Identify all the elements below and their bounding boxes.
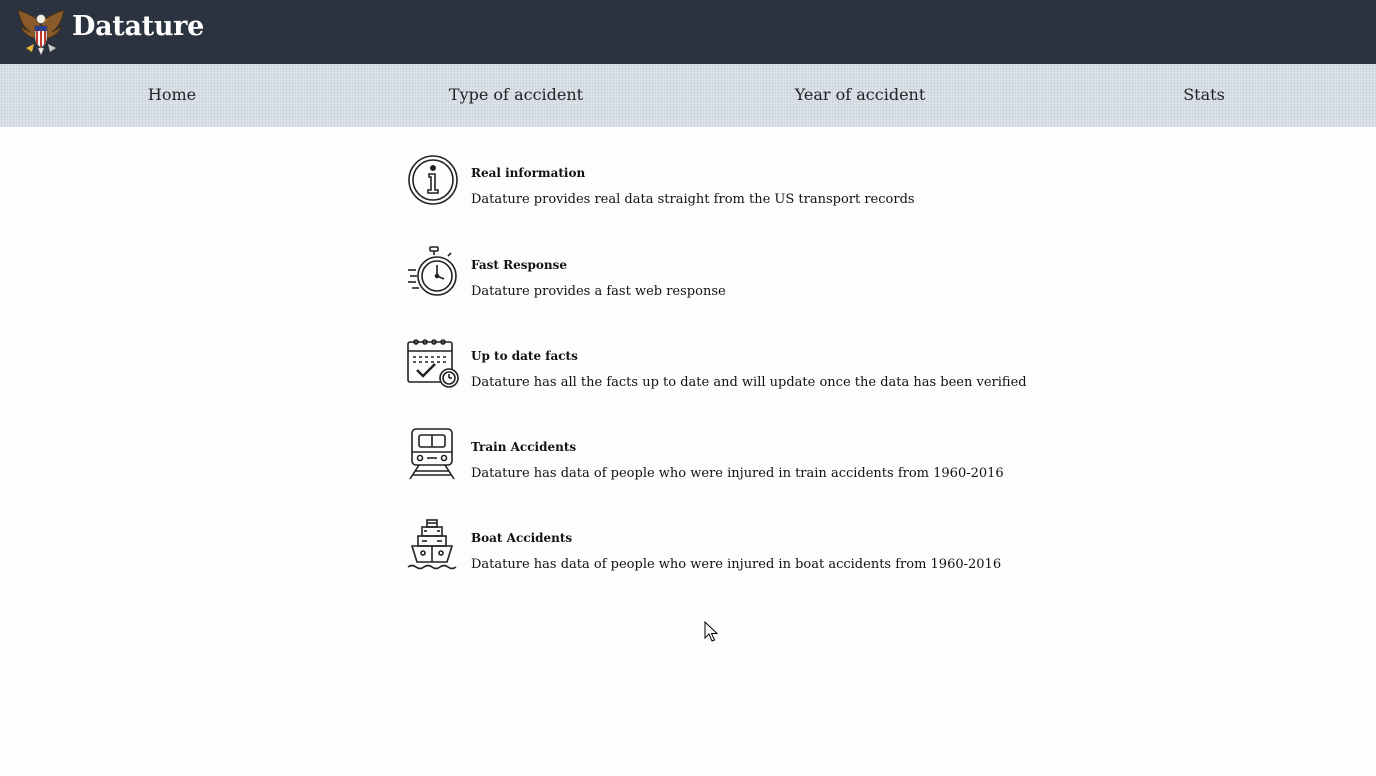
feature-train-accidents: Train Accidents Datature has data of peo… xyxy=(407,428,1107,484)
train-icon xyxy=(409,428,455,480)
nav-home[interactable]: Home xyxy=(148,85,196,104)
feature-description: Datature provides a fast web response xyxy=(471,284,726,299)
nav-type-of-accident[interactable]: Type of accident xyxy=(449,85,583,104)
top-header-bar: Datature xyxy=(0,0,1376,64)
feature-description: Datature provides real data straight fro… xyxy=(471,192,915,207)
feature-fast-response: Fast Response Datature provides a fast w… xyxy=(407,246,1107,302)
ship-icon xyxy=(407,519,457,570)
brand-title[interactable]: Datature xyxy=(72,11,204,42)
feature-up-to-date-facts: Up to date facts Datature has all the fa… xyxy=(407,337,1107,393)
nav-stats[interactable]: Stats xyxy=(1183,85,1225,104)
main-navigation: Home Type of accident Year of accident S… xyxy=(0,64,1376,127)
feature-title: Real information xyxy=(471,166,586,180)
feature-title: Up to date facts xyxy=(471,349,578,363)
feature-description: Datature has data of people who were inj… xyxy=(471,466,1004,481)
nav-year-of-accident[interactable]: Year of accident xyxy=(795,85,926,104)
feature-boat-accidents: Boat Accidents Datature has data of peop… xyxy=(407,519,1107,575)
feature-title: Boat Accidents xyxy=(471,531,573,545)
mouse-pointer-icon xyxy=(704,621,719,642)
calendar-check-icon xyxy=(407,339,459,388)
feature-description: Datature has all the facts up to date an… xyxy=(471,375,1027,390)
feature-title: Train Accidents xyxy=(471,440,577,454)
info-icon xyxy=(408,155,458,205)
feature-title: Fast Response xyxy=(471,258,567,272)
feature-real-information: Real information Datature provides real … xyxy=(407,154,1107,210)
feature-description: Datature has data of people who were inj… xyxy=(471,557,1002,572)
stopwatch-icon xyxy=(408,246,457,296)
eagle-emblem-icon[interactable] xyxy=(16,8,66,56)
